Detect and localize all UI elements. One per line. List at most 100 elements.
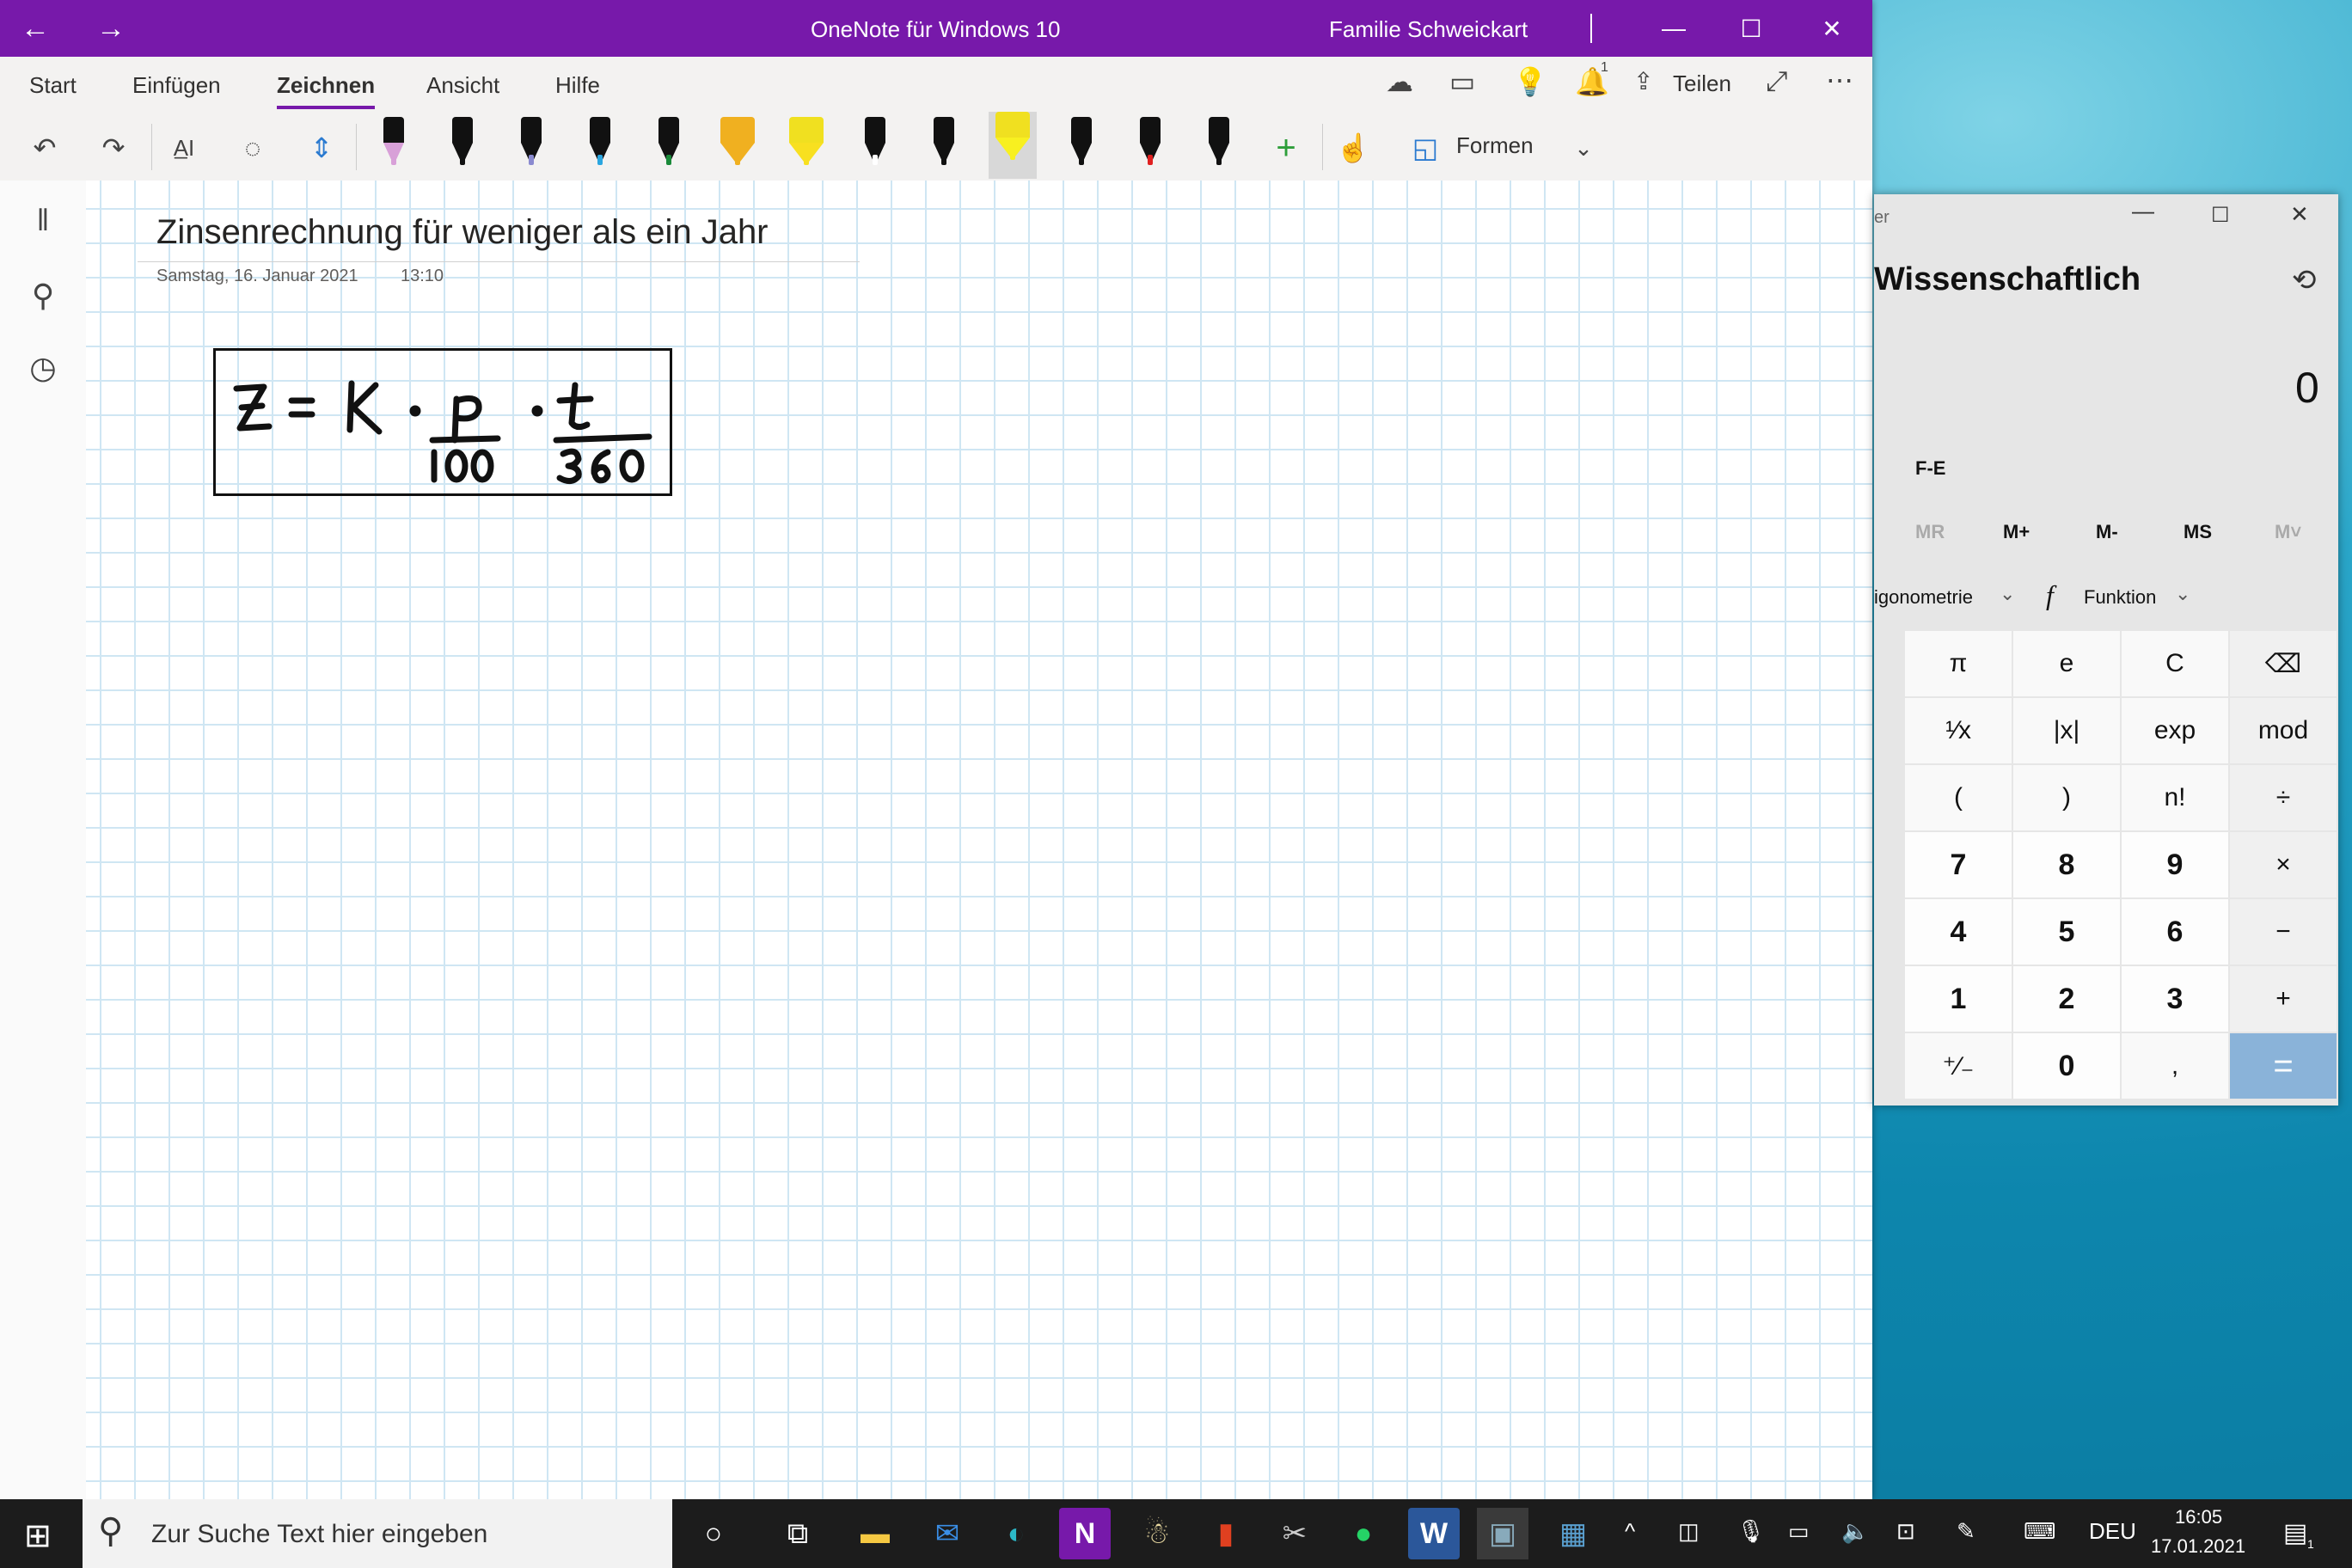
share-button[interactable]: Teilen: [1673, 70, 1731, 97]
fe-button[interactable]: F-E: [1915, 457, 1945, 480]
key-minus-button[interactable]: −: [2230, 899, 2337, 965]
tray-expand-icon[interactable]: ^: [1625, 1518, 1635, 1545]
calc-close-button[interactable]: ✕: [2290, 201, 2309, 228]
action-center-icon[interactable]: ▤: [2283, 1518, 2307, 1548]
type-select-icon[interactable]: A̲I: [160, 124, 208, 172]
pen-12[interactable]: [1126, 117, 1174, 177]
lightbulb-icon[interactable]: 💡: [1513, 65, 1547, 98]
key-6-button[interactable]: 6: [2122, 899, 2228, 965]
language-indicator[interactable]: DEU: [2089, 1518, 2136, 1545]
microphone-icon[interactable]: 🎙: [1736, 1518, 1765, 1545]
handwritten-formula[interactable]: [213, 348, 672, 496]
key-5-button[interactable]: 5: [2013, 899, 2120, 965]
memory-recall-button[interactable]: MR: [1915, 521, 1945, 543]
history-icon[interactable]: ⟲: [2292, 263, 2317, 297]
memory-store-button[interactable]: MS: [2184, 521, 2212, 543]
key-exp-button[interactable]: exp: [2122, 698, 2228, 763]
pen-11[interactable]: [1057, 117, 1106, 177]
onenote-icon[interactable]: N: [1059, 1508, 1111, 1559]
shapes-button[interactable]: Formen: [1456, 132, 1534, 159]
mail-icon[interactable]: ✉: [922, 1508, 973, 1559]
calc-minimize-button[interactable]: —: [2132, 198, 2154, 224]
sync-icon[interactable]: ☁: [1386, 65, 1413, 98]
key-negate-button[interactable]: ⁺∕₋: [1905, 1033, 2012, 1099]
photos-icon[interactable]: ▣: [1477, 1508, 1528, 1559]
pen-workspace-icon[interactable]: ✎: [1957, 1518, 1975, 1545]
key-reciprocal-button[interactable]: ¹⁄x: [1905, 698, 2012, 763]
file-explorer-icon[interactable]: ▬: [849, 1508, 901, 1559]
meet-now-icon[interactable]: ◫: [1678, 1518, 1700, 1545]
key-open-paren-button[interactable]: (: [1905, 765, 2012, 830]
key-3-button[interactable]: 3: [2122, 966, 2228, 1032]
word-icon[interactable]: W: [1408, 1508, 1460, 1559]
office-icon[interactable]: ▮: [1200, 1508, 1252, 1559]
key-multiply-button[interactable]: ×: [2230, 832, 2337, 897]
tab-einfuegen[interactable]: Einfügen: [132, 72, 221, 99]
key-backspace-button[interactable]: ⌫: [2230, 631, 2337, 696]
pen-6[interactable]: [714, 117, 762, 177]
snip-icon[interactable]: ✂: [1269, 1508, 1320, 1559]
cortana-icon[interactable]: ○: [688, 1508, 739, 1559]
tab-zeichnen[interactable]: Zeichnen: [277, 72, 376, 109]
clock-time[interactable]: 16:05: [2175, 1506, 2222, 1528]
close-button[interactable]: ✕: [1793, 0, 1871, 57]
key-7-button[interactable]: 7: [1905, 832, 2012, 897]
key-equals-button[interactable]: =: [2230, 1033, 2337, 1099]
key-2-button[interactable]: 2: [2013, 966, 2120, 1032]
whatsapp-icon[interactable]: ●: [1338, 1508, 1389, 1559]
tab-ansicht[interactable]: Ansicht: [426, 72, 499, 99]
add-space-icon[interactable]: ⇕: [297, 124, 346, 172]
lasso-select-icon[interactable]: ◌: [229, 124, 277, 172]
windows-start-icon[interactable]: ⊞: [24, 1516, 52, 1555]
pen-13[interactable]: [1195, 117, 1243, 177]
pen-10[interactable]: [989, 112, 1037, 179]
search-input[interactable]: Zur Suche Text hier eingeben: [151, 1520, 487, 1549]
back-arrow-icon[interactable]: ←: [21, 12, 50, 46]
key-8-button[interactable]: 8: [2013, 832, 2120, 897]
task-view-icon[interactable]: ⧉: [772, 1508, 824, 1559]
tab-hilfe[interactable]: Hilfe: [555, 72, 600, 99]
key-mod-button[interactable]: mod: [2230, 698, 2337, 763]
shapes-icon[interactable]: ◱: [1401, 124, 1449, 172]
share-icon[interactable]: ⇪: [1633, 67, 1653, 95]
pen-8[interactable]: [851, 117, 899, 177]
key-plus-button[interactable]: +: [2230, 966, 2337, 1032]
key-4-button[interactable]: 4: [1905, 899, 2012, 965]
key-pi-button[interactable]: π: [1905, 631, 2012, 696]
notebooks-icon[interactable]: 𝍪: [21, 201, 65, 246]
memory-add-button[interactable]: M+: [2003, 521, 2030, 543]
maximize-button[interactable]: ☐: [1712, 0, 1790, 57]
key-9-button[interactable]: 9: [2122, 832, 2228, 897]
pen-1[interactable]: [370, 117, 418, 177]
chevron-down-icon[interactable]: ⌄: [1559, 124, 1608, 172]
touch-draw-icon[interactable]: ☝: [1329, 124, 1377, 172]
taskbar-search[interactable]: ⚲ Zur Suche Text hier eingeben: [83, 1499, 672, 1568]
search-icon[interactable]: ⚲: [21, 273, 65, 318]
memory-list-button[interactable]: M˅: [2275, 521, 2301, 543]
pen-2[interactable]: [438, 117, 487, 177]
add-pen-icon[interactable]: +: [1262, 124, 1310, 172]
pdf24-icon[interactable]: ☃: [1131, 1508, 1183, 1559]
pen-3[interactable]: [507, 117, 555, 177]
key-e-button[interactable]: e: [2013, 631, 2120, 696]
key-clear-button[interactable]: C: [2122, 631, 2228, 696]
trigonometry-dropdown[interactable]: igonometrie: [1874, 586, 1973, 609]
volume-icon[interactable]: 🔈: [1841, 1518, 1869, 1545]
pen-7[interactable]: [782, 117, 830, 177]
redo-icon[interactable]: ↷: [89, 124, 138, 172]
pen-4[interactable]: [576, 117, 624, 177]
calc-maximize-button[interactable]: ☐: [2211, 203, 2230, 228]
key-factorial-button[interactable]: n!: [2122, 765, 2228, 830]
tab-start[interactable]: Start: [29, 72, 77, 99]
key-decimal-button[interactable]: ,: [2122, 1033, 2228, 1099]
forward-arrow-icon[interactable]: →: [96, 12, 126, 46]
edge-icon[interactable]: ◐: [990, 1508, 1042, 1559]
recent-clock-icon[interactable]: ◷: [21, 346, 65, 390]
pen-5[interactable]: [645, 117, 693, 177]
key-1-button[interactable]: 1: [1905, 966, 2012, 1032]
key-divide-button[interactable]: ÷: [2230, 765, 2337, 830]
key-0-button[interactable]: 0: [2013, 1033, 2120, 1099]
account-name[interactable]: Familie Schweickart: [1329, 16, 1528, 43]
undo-icon[interactable]: ↶: [21, 124, 69, 172]
fullscreen-icon[interactable]: ⤢: [1766, 65, 1788, 98]
